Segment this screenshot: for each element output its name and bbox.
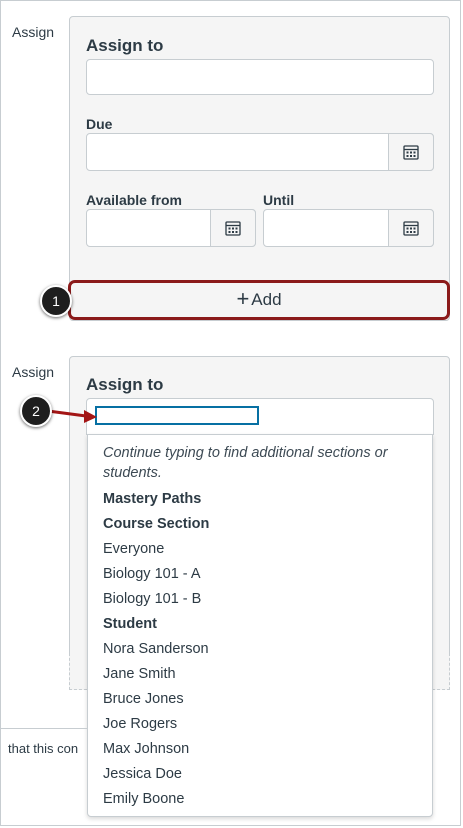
step-callout-2: 2 xyxy=(20,395,52,427)
callout-arrow xyxy=(47,409,97,423)
footer-text: that this con xyxy=(8,741,79,756)
divider xyxy=(0,728,87,729)
